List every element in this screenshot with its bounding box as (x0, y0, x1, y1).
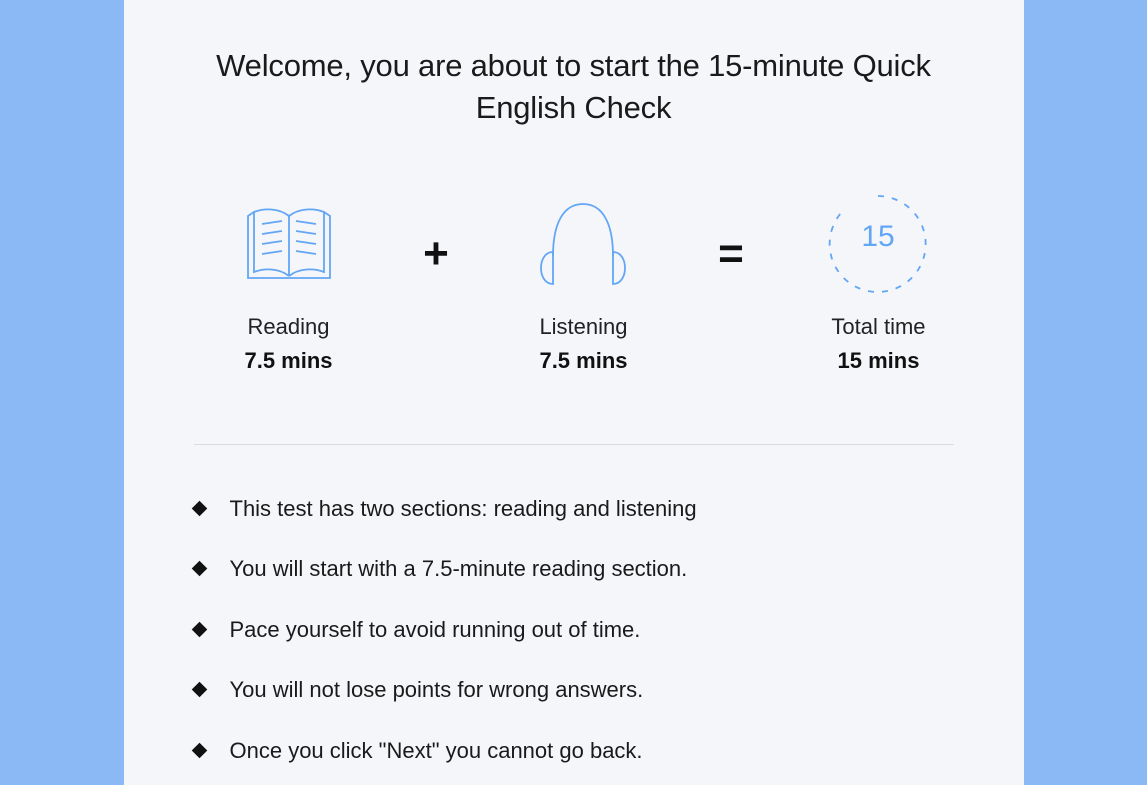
section-reading: Reading 7.5 mins (224, 194, 354, 374)
timer-value: 15 (862, 220, 895, 253)
list-item: You will start with a 7.5-minute reading… (194, 555, 954, 584)
page-title: Welcome, you are about to start the 15-m… (194, 45, 954, 129)
list-item: Once you click "Next" you cannot go back… (194, 737, 954, 766)
diamond-icon (191, 561, 207, 577)
list-item-text: Pace yourself to avoid running out of ti… (230, 616, 641, 645)
list-item: You will not lose points for wrong answe… (194, 676, 954, 705)
list-item-text: You will not lose points for wrong answe… (230, 676, 644, 705)
section-label: Listening (539, 314, 627, 340)
list-item: This test has two sections: reading and … (194, 495, 954, 524)
equals-operator: = (718, 229, 744, 279)
section-label: Reading (248, 314, 330, 340)
section-total: 15 Total time 15 mins (813, 194, 943, 374)
diamond-icon (191, 500, 207, 516)
section-duration: 15 mins (838, 348, 920, 374)
section-listening: Listening 7.5 mins (518, 194, 648, 374)
section-label: Total time (831, 314, 925, 340)
plus-operator: + (423, 229, 449, 279)
section-duration: 7.5 mins (539, 348, 627, 374)
list-item-text: You will start with a 7.5-minute reading… (230, 555, 688, 584)
diamond-icon (191, 622, 207, 638)
section-duration: 7.5 mins (244, 348, 332, 374)
headphones-icon (533, 194, 633, 294)
divider (194, 444, 954, 445)
list-item-text: Once you click "Next" you cannot go back… (230, 737, 643, 766)
list-item-text: This test has two sections: reading and … (230, 495, 697, 524)
list-item: Pace yourself to avoid running out of ti… (194, 616, 954, 645)
diamond-icon (191, 682, 207, 698)
timer-icon: 15 (823, 194, 933, 294)
book-icon (244, 194, 334, 294)
sections-row: Reading 7.5 mins + Listening 7.5 mins = (194, 194, 954, 374)
diamond-icon (191, 743, 207, 759)
intro-card: Welcome, you are about to start the 15-m… (124, 0, 1024, 785)
instruction-list: This test has two sections: reading and … (194, 495, 954, 766)
